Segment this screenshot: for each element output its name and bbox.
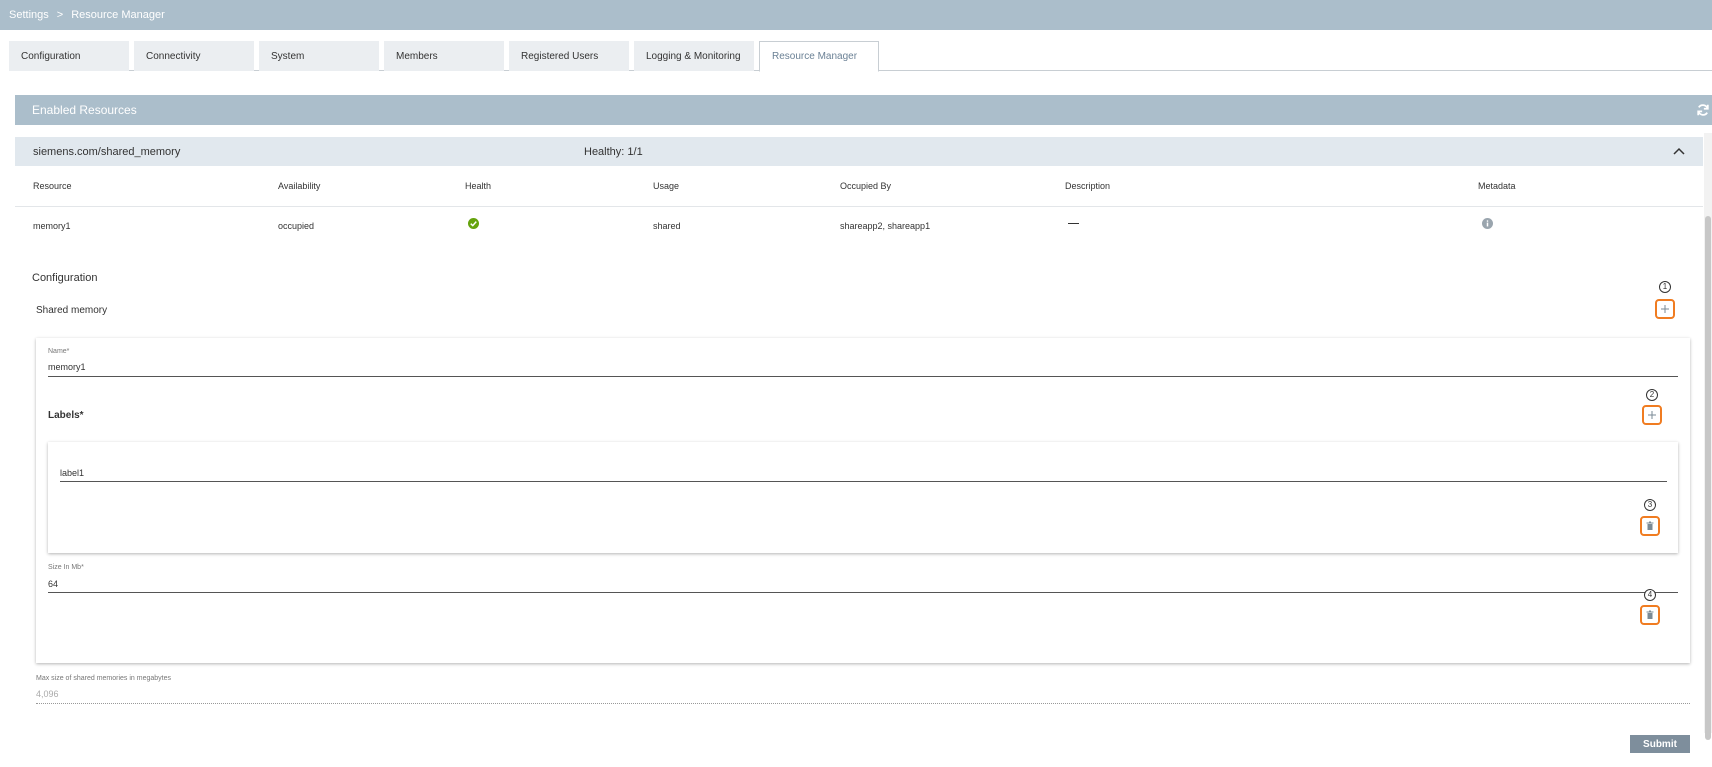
plus-icon [1661, 305, 1669, 313]
tab-logging-monitoring[interactable]: Logging & Monitoring [634, 41, 754, 71]
tab-configuration[interactable]: Configuration [9, 41, 129, 71]
scrollbar-thumb[interactable] [1705, 216, 1711, 740]
max-size-label: Max size of shared memories in megabytes [36, 675, 171, 682]
cell-occupied-by: shareapp2, shareapp1 [840, 221, 931, 231]
cell-resource: memory1 [33, 221, 71, 231]
delete-label-button[interactable] [1640, 516, 1660, 536]
column-header-occupied-by: Occupied By [840, 181, 892, 191]
annotation-badge-2: 2 [1646, 389, 1658, 401]
label-card [48, 442, 1678, 553]
health-ok-icon [468, 218, 479, 229]
submit-button[interactable]: Submit [1630, 735, 1690, 753]
panel-title: Enabled Resources [32, 103, 137, 117]
resource-group-row[interactable]: siemens.com/shared_memory Healthy: 1/1 [15, 137, 1703, 166]
tab-members[interactable]: Members [384, 41, 504, 71]
name-field[interactable]: memory1 [48, 362, 86, 372]
column-header-description: Description [1065, 181, 1111, 191]
resource-group-health: Healthy: 1/1 [584, 145, 643, 158]
tab-system[interactable]: System [259, 41, 379, 71]
column-header-metadata: Metadata [1478, 181, 1516, 191]
max-size-underline [36, 703, 1690, 704]
column-header-resource: Resource [33, 181, 72, 191]
column-header-health: Health [465, 181, 492, 191]
plus-icon [1648, 411, 1656, 419]
shared-memory-title: Shared memory [36, 305, 108, 316]
cell-availability: occupied [278, 221, 315, 231]
tab-resource-manager[interactable]: Resource Manager [759, 41, 879, 72]
name-field-underline [48, 376, 1678, 377]
breadcrumb-separator-icon: > [56, 9, 64, 21]
tab-connectivity[interactable]: Connectivity [134, 41, 254, 71]
name-field-label: Name* [48, 348, 70, 355]
configuration-title: Configuration [32, 272, 98, 284]
labels-title: Labels* [48, 410, 84, 421]
label-field-underline [60, 481, 1667, 482]
annotation-badge-3: 3 [1644, 499, 1656, 511]
breadcrumb-current: Resource Manager [71, 9, 165, 21]
breadcrumb-root[interactable]: Settings [9, 9, 49, 21]
cell-usage: shared [653, 221, 681, 231]
cell-description-empty-dash [1068, 223, 1079, 224]
trash-icon [1646, 610, 1654, 619]
column-header-usage: Usage [653, 181, 680, 191]
label-field[interactable]: label1 [60, 468, 84, 478]
annotation-badge-4: 4 [1644, 589, 1656, 601]
info-icon[interactable] [1482, 218, 1493, 229]
size-field-label: Size In Mb* [48, 564, 84, 571]
settings-tabs: Configuration Connectivity System Member… [9, 41, 1712, 72]
resource-group-name: siemens.com/shared_memory [33, 145, 181, 158]
refresh-icon[interactable] [1696, 103, 1710, 117]
size-field-underline [48, 592, 1678, 593]
enabled-resources-header: Enabled Resources [15, 95, 1712, 125]
chevron-up-icon[interactable] [1673, 146, 1685, 156]
add-label-button[interactable] [1642, 405, 1662, 425]
size-field[interactable]: 64 [48, 579, 58, 589]
annotation-badge-1: 1 [1659, 281, 1671, 293]
delete-shared-memory-button[interactable] [1640, 605, 1660, 625]
max-size-value: 4,096 [36, 689, 59, 699]
trash-icon [1646, 521, 1654, 530]
tab-registered-users[interactable]: Registered Users [509, 41, 629, 71]
breadcrumb: Settings > Resource Manager [0, 0, 1712, 30]
add-shared-memory-button[interactable] [1655, 299, 1675, 319]
column-header-availability: Availability [278, 181, 321, 191]
table-header-divider [15, 206, 1703, 207]
